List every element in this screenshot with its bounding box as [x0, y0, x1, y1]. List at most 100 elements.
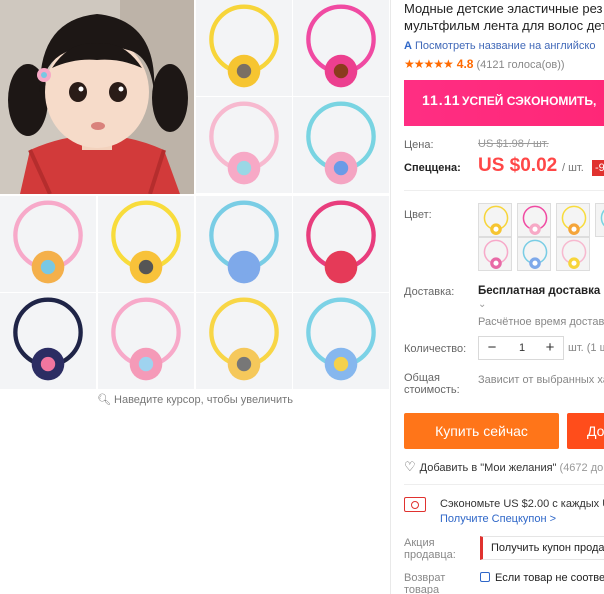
shipping-option[interactable]: Бесплатная доставка в Р [478, 285, 604, 297]
tile-yellow-sunflower[interactable] [196, 0, 292, 96]
product-title-line-1: Модные детские эластичные рез [404, 1, 603, 16]
special-price: US $0.02 [478, 155, 558, 176]
product-page: 🔍︎ Наведите курсор, чтобы увеличить Модны… [0, 0, 604, 594]
swatch-7-image [561, 239, 587, 269]
heart-icon: ♡ [404, 459, 416, 474]
tile-yellow-mouse[interactable] [98, 196, 194, 292]
separator [404, 190, 604, 191]
separator [404, 484, 604, 485]
swatch-3-image [561, 205, 587, 235]
total-label-line-1: Общая [404, 372, 440, 384]
chevron-down-icon[interactable]: ⌄ [478, 299, 486, 310]
tile-blue-bunny-image [306, 297, 376, 381]
translate-link-text: Посмотреть название на английско [414, 40, 596, 52]
special-price-label: Спеццена: [404, 162, 461, 174]
quantity-label: Количество: [404, 343, 467, 355]
price-label: Цена: [404, 139, 434, 151]
discount-badge: -9 [592, 160, 604, 176]
returns-label-line-2: товара [404, 584, 440, 594]
product-title-line-2: мультфильм лента для волос дет [404, 18, 604, 33]
total-label: Общая стоимость: [404, 372, 460, 396]
tile-yellow-bunny[interactable] [196, 293, 292, 389]
color-swatch-7[interactable] [556, 237, 590, 271]
add-to-cart-button[interactable]: До [567, 413, 604, 449]
swatch-6-image [522, 239, 548, 269]
zoom-hint: 🔍︎ Наведите курсор, чтобы увеличить [0, 393, 390, 406]
promo-text: УСПЕЙ СЭКОНОМИТЬ, [462, 94, 597, 108]
tile-red-bow-image [306, 200, 376, 284]
tile-pink-ring-blue-ball[interactable] [0, 196, 96, 292]
promo-event: 11.11 [422, 92, 461, 108]
color-swatch-4[interactable] [595, 203, 604, 237]
magnifier-icon: 🔍︎ [97, 394, 112, 406]
tile-pink-flower[interactable] [196, 97, 292, 193]
rating-summary[interactable]: ★★★★★ 4.8 (4121 голоса(ов)) [404, 57, 604, 71]
shipping-estimate: Расчётное время доставк [478, 316, 604, 328]
product-gallery[interactable] [0, 0, 390, 390]
tile-yellow-sunflower-image [209, 4, 279, 88]
quantity-increment-button[interactable]: + [539, 337, 561, 359]
tile-navy-mouse[interactable] [0, 293, 96, 389]
shipping-label: Доставка: [404, 286, 455, 298]
color-label: Цвет: [404, 209, 432, 221]
tile-blue-flower-image [306, 101, 376, 185]
seller-promo-label-line-1: Акция [404, 537, 435, 549]
tile-pink-daisy[interactable] [293, 0, 389, 96]
swatch-2-image [522, 205, 548, 235]
tile-pink-bunny[interactable] [98, 293, 194, 389]
color-swatch-3[interactable] [556, 203, 590, 237]
rating-votes: (4121 голоса(ов)) [476, 59, 565, 71]
tile-yellow-bunny-image [209, 297, 279, 381]
translate-title-link[interactable]: A Посмотреть название на английско [404, 40, 604, 52]
wishlist-text: Добавить в "Мои желания" [419, 462, 557, 474]
tile-red-bow[interactable] [293, 196, 389, 292]
translate-icon: A [404, 40, 412, 52]
product-title: Модные детские эластичные рез мультфильм… [404, 0, 604, 34]
wishlist-count: (4672 до [559, 462, 604, 474]
seller-promo-label: Акция продавца: [404, 537, 456, 561]
color-swatch-1[interactable] [478, 203, 512, 237]
buy-now-button[interactable]: Купить сейчас [404, 413, 559, 449]
swatch-5-image [483, 239, 509, 269]
quantity-input[interactable]: 1 [503, 337, 541, 359]
get-coupon-link[interactable]: Получите Спецкупон > [440, 513, 556, 525]
zoom-hint-text: Наведите курсор, чтобы увеличить [114, 394, 293, 406]
rating-score: 4.8 [456, 57, 474, 71]
returns-text: Если товар не соответ [495, 572, 604, 584]
returns-label-line-1: Возврат [404, 572, 446, 584]
color-swatch-5[interactable] [478, 237, 512, 271]
coupon-text: Сэкономьте US $2.00 с каждых US [440, 498, 604, 510]
tile-pink-flower-image [209, 101, 279, 185]
total-note: Зависит от выбранных ха [478, 374, 604, 386]
return-policy-icon [480, 572, 490, 582]
tile-blue-flower[interactable] [293, 97, 389, 193]
girl-photo-illustration [0, 0, 194, 194]
quantity-stepper: − 1 + [478, 336, 564, 360]
tile-pink-daisy-image [306, 4, 376, 88]
returns-info: Если товар не соответ [480, 572, 604, 584]
per-unit: / шт. [562, 162, 584, 174]
returns-label: Возврат товара [404, 572, 445, 594]
tile-blue-bow-image [209, 200, 279, 284]
tile-navy-mouse-image [13, 297, 83, 381]
add-to-wishlist-link[interactable]: ♡ Добавить в "Мои желания" (4672 до [404, 459, 603, 475]
color-swatch-2[interactable] [517, 203, 551, 237]
promo-banner[interactable]: 11.11 УСПЕЙ СЭКОНОМИТЬ, [404, 80, 604, 126]
panel-divider [390, 0, 391, 594]
tile-blue-bunny[interactable] [293, 293, 389, 389]
color-swatch-6[interactable] [517, 237, 551, 271]
swatch-1-image [483, 205, 509, 235]
old-price: US $1.98 / шт. [478, 138, 549, 150]
main-product-photo[interactable] [0, 0, 194, 194]
total-label-line-2: стоимость: [404, 384, 460, 396]
rating-stars-icon: ★★★★★ [404, 57, 454, 71]
tile-pink-ring-blue-ball-image [13, 200, 83, 284]
get-seller-coupon-button[interactable]: Получить купон прода [480, 536, 604, 560]
tile-yellow-mouse-image [111, 200, 181, 284]
tile-blue-bow[interactable] [196, 196, 292, 292]
swatch-4-image [600, 209, 604, 227]
seller-promo-label-line-2: продавца: [404, 549, 456, 561]
coupon-icon [404, 497, 426, 512]
quantity-decrement-button[interactable]: − [481, 337, 503, 359]
tile-pink-bunny-image [111, 297, 181, 381]
